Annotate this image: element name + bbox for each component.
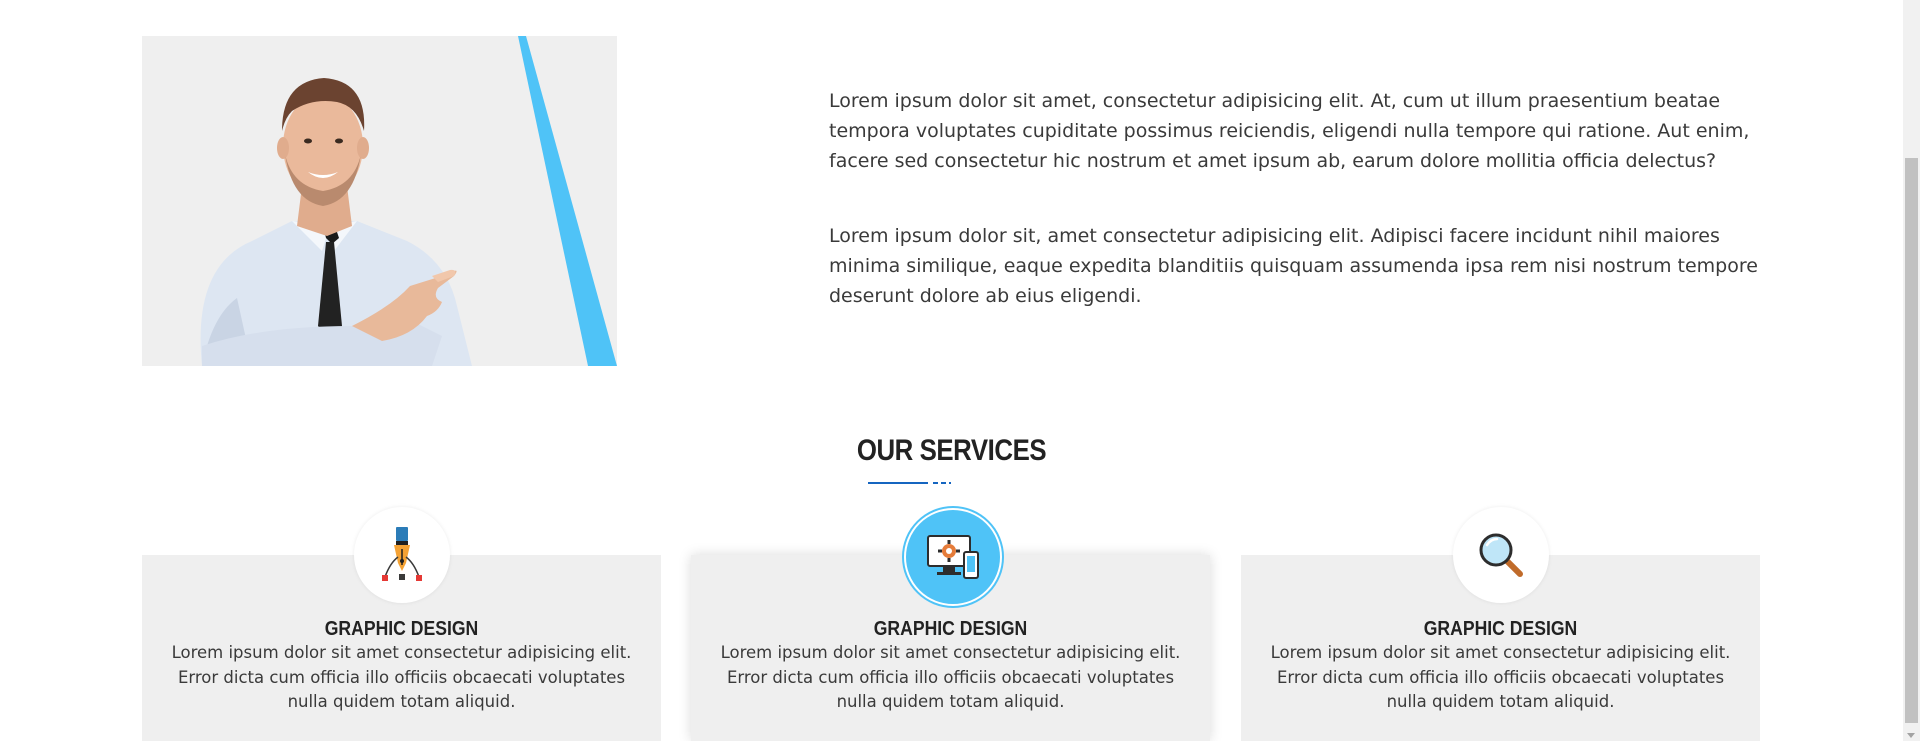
card-description: Lorem ipsum dolor sit amet consectetur a…	[171, 643, 632, 711]
card-icon-circle	[903, 508, 1002, 606]
title-underline	[868, 482, 928, 484]
card-title: GRAPHIC DESIGN	[324, 618, 479, 640]
scroll-down-arrow-icon[interactable]	[1907, 733, 1915, 738]
service-card[interactable]: GRAPHIC DESIGN Lorem ipsum dolor sit ame…	[1241, 507, 1760, 741]
card-title: GRAPHIC DESIGN	[1423, 618, 1578, 640]
card-title: GRAPHIC DESIGN	[873, 618, 1028, 640]
services-title: OUR SERVICES	[856, 434, 1047, 467]
service-card[interactable]: GRAPHIC DESIGN Lorem ipsum dolor sit ame…	[691, 508, 1210, 741]
pen-tool-icon	[381, 527, 422, 581]
magnifier-icon	[1479, 533, 1523, 577]
card-icon-circle	[1452, 507, 1549, 603]
card-icon-circle	[353, 507, 450, 603]
scrollbar-thumb[interactable]	[1905, 158, 1918, 723]
monitor-gear-icon	[926, 535, 979, 579]
man-pointing-photo	[142, 36, 617, 366]
card-description: Lorem ipsum dolor sit amet consectetur a…	[720, 643, 1181, 711]
about-text: Lorem ipsum dolor sit amet, consectetur …	[829, 86, 1764, 356]
hero-photo	[142, 36, 617, 366]
about-paragraph: Lorem ipsum dolor sit, amet consectetur …	[829, 225, 1758, 307]
service-card[interactable]: GRAPHIC DESIGN Lorem ipsum dolor sit ame…	[142, 507, 661, 741]
title-underline-dots	[933, 482, 951, 484]
card-description: Lorem ipsum dolor sit amet consectetur a…	[1270, 643, 1731, 711]
about-paragraph: Lorem ipsum dolor sit amet, consectetur …	[829, 90, 1750, 172]
page: Lorem ipsum dolor sit amet, consectetur …	[0, 0, 1920, 741]
scrollbar[interactable]	[1903, 0, 1920, 741]
